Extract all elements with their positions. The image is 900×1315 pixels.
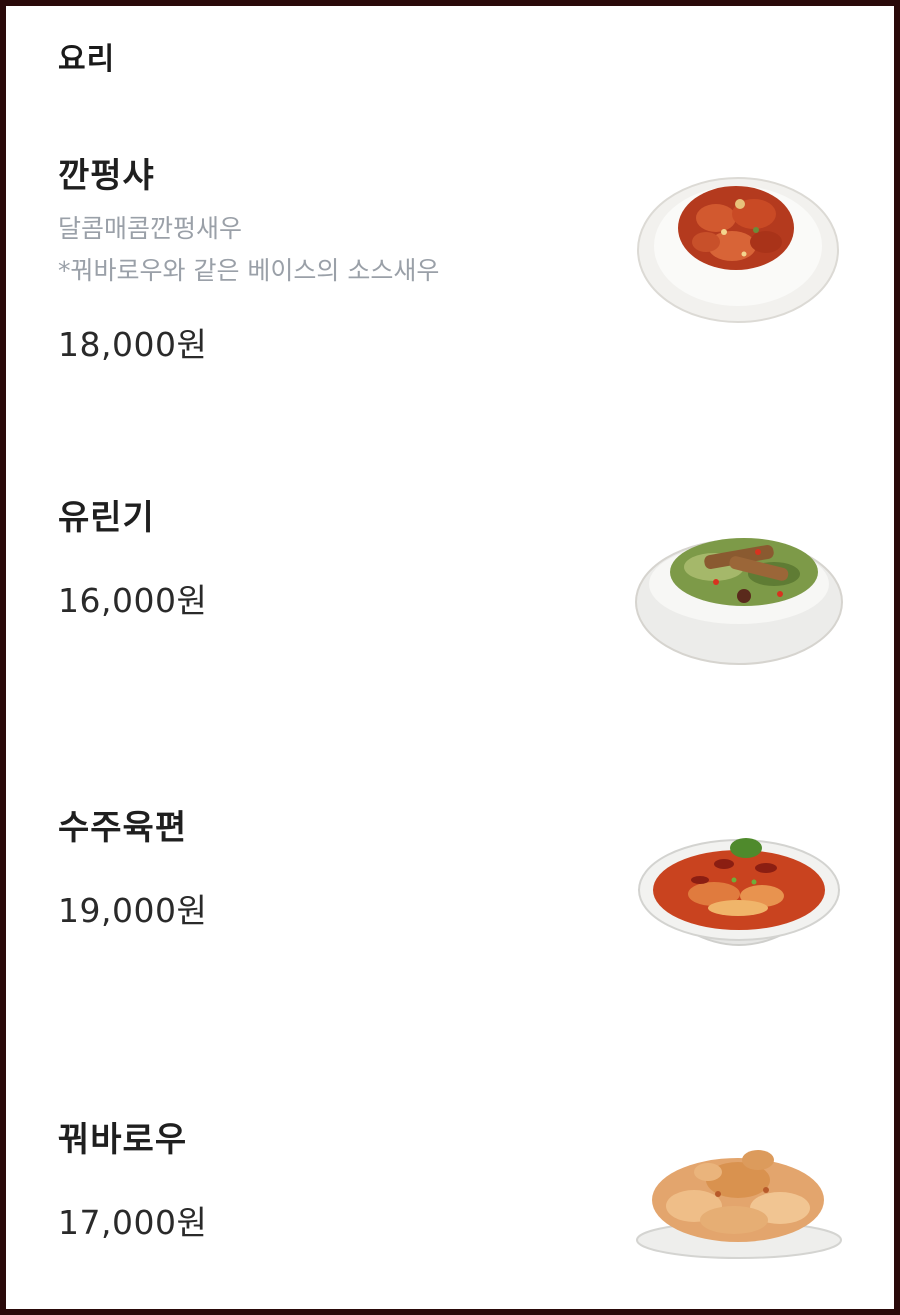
kanpung-shrimp-dish-image xyxy=(636,166,841,326)
menu-item-guobaorou[interactable]: 꿔바로우 17,000원 xyxy=(6,1112,894,1292)
description-line: 달콤매콤깐펑새우 xyxy=(58,214,243,243)
menu-item-yuringi[interactable]: 유린기 16,000원 xyxy=(6,490,894,670)
menu-page: 요리 깐펑샤 달콤매콤깐펑새우 *꿔바로우와 같은 베이스의 소스새우 18,0… xyxy=(6,6,894,1309)
menu-item-name: 수주육편 xyxy=(58,808,188,848)
menu-item-kanpungsha[interactable]: 깐펑샤 달콤매콤깐펑새우 *꿔바로우와 같은 베이스의 소스새우 18,000원 xyxy=(6,148,894,378)
description-line: *꿔바로우와 같은 베이스의 소스새우 xyxy=(58,256,440,285)
menu-item-price: 18,000원 xyxy=(58,325,208,364)
menu-item-description: 달콤매콤깐펑새우 *꿔바로우와 같은 베이스의 소스새우 xyxy=(58,208,439,292)
section-title: 요리 xyxy=(58,42,116,77)
menu-item-suzhu-yukpyeon[interactable]: 수주육편 19,000원 xyxy=(6,800,894,980)
menu-item-price: 16,000원 xyxy=(58,581,208,620)
menu-item-name: 꿔바로우 xyxy=(58,1120,188,1160)
menu-item-name: 깐펑샤 xyxy=(58,156,155,196)
menu-item-price: 19,000원 xyxy=(58,891,208,930)
suzhu-yukpyeon-dish-image xyxy=(634,824,844,969)
yuringi-dish-image xyxy=(634,512,844,667)
menu-item-name: 유린기 xyxy=(58,498,155,538)
guobaorou-dish-image xyxy=(634,1130,844,1265)
menu-item-price: 17,000원 xyxy=(58,1203,208,1242)
